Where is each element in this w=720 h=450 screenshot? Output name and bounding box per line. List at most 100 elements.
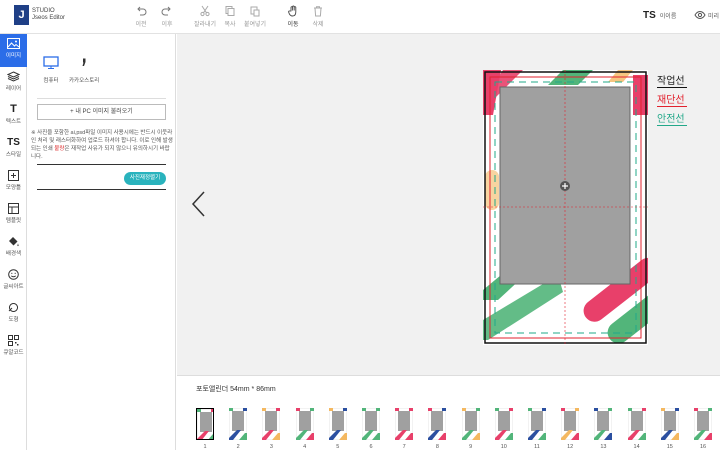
rail-item-background[interactable]: 배경색 <box>0 232 27 265</box>
page-thumbnail[interactable]: 12 <box>560 408 580 450</box>
page-thumbnail[interactable]: 1 <box>195 408 215 450</box>
rail-item-frame[interactable]: 모양틀 <box>0 166 27 199</box>
rail-item-text[interactable]: T 텍스트 <box>0 100 27 133</box>
tab-label: 컴퓨터 <box>43 78 59 84</box>
redo-button[interactable]: 이후 <box>152 5 182 28</box>
legend-work-line: 작업선 <box>657 76 685 87</box>
copy-icon <box>225 6 235 16</box>
page-thumbnail[interactable]: 3 <box>261 408 281 450</box>
rail-label: 큐알코드 <box>3 350 24 356</box>
rail-item-template[interactable]: 템플릿 <box>0 199 27 232</box>
rail-item-lettering[interactable]: 글씨아트 <box>0 265 27 298</box>
rail-label: 스타일 <box>5 152 22 158</box>
page-thumbnail[interactable]: 2 <box>228 408 248 450</box>
thumbnail-preview <box>461 408 480 440</box>
redo-icon <box>161 6 171 16</box>
redo-label: 이후 <box>161 22 173 28</box>
logo-mark: J <box>14 5 29 25</box>
rail-label: 텍스트 <box>5 119 22 125</box>
thumbnail-number: 9 <box>469 444 473 450</box>
undo-label: 이전 <box>135 22 147 28</box>
tab-computer[interactable]: 컴퓨터 <box>43 56 59 84</box>
thumbnail-preview <box>494 408 513 440</box>
rail-label: 글씨아트 <box>3 284 24 290</box>
thumbnail-number: 4 <box>303 444 307 450</box>
paste-button[interactable]: 붙여넣기 <box>240 5 270 28</box>
page-thumbnail[interactable]: 13 <box>593 408 613 450</box>
page-thumbnail[interactable]: 9 <box>461 408 481 450</box>
copy-label: 복사 <box>224 22 236 28</box>
rail-item-layer[interactable]: 레이어 <box>0 67 27 100</box>
page-thumbnail[interactable]: 11 <box>527 408 547 450</box>
page-thumbnail[interactable]: 14 <box>627 408 647 450</box>
page-strip: 포토앨린더 54mm * 86mm 1 2 3 4 5 6 7 8 9 10 11 12 13 14 15 1… <box>177 375 720 450</box>
paste-label: 붙여넣기 <box>243 22 267 28</box>
qr-icon <box>8 335 19 346</box>
paint-bucket-icon <box>9 237 19 247</box>
template-icon <box>8 203 19 214</box>
rail-item-qr[interactable]: 큐알코드 <box>0 331 27 364</box>
undo-icon <box>137 6 147 16</box>
photo-rearrange-button[interactable]: 사진재정렬기 <box>124 172 166 185</box>
thumbnail-number: 2 <box>236 444 240 450</box>
image-panel: 컴퓨터 카카오스토리 + 내 PC 이미지 불러오기 ※ 사진을 포함한 ai,… <box>27 34 176 450</box>
thumbnail-number: 13 <box>600 444 607 450</box>
thumbnail-number: 10 <box>500 444 507 450</box>
rail-item-style[interactable]: TS 스타일 <box>0 133 27 166</box>
page-thumbnail[interactable]: 8 <box>427 408 447 450</box>
tab-label: 카카오스토리 <box>69 78 100 84</box>
top-toolbar: J STUDIO Jseos Editor 이전 이후 잘라내기 복사 붙여넣기 <box>0 0 720 34</box>
upload-pc-image-button[interactable]: + 내 PC 이미지 불러오기 <box>37 104 166 120</box>
page-thumbnail[interactable]: 10 <box>494 408 514 450</box>
thumbnail-preview <box>262 408 281 440</box>
page-thumbnail[interactable]: 4 <box>295 408 315 450</box>
thumbnail-preview <box>561 408 580 440</box>
preview-button[interactable]: 미리 <box>694 10 719 20</box>
page-thumbnail[interactable]: 5 <box>328 408 348 450</box>
thumbnail-number: 5 <box>336 444 340 450</box>
style-icon: TS <box>7 137 20 148</box>
shape-icon <box>8 303 18 312</box>
thumbnail-preview <box>528 408 546 440</box>
cut-label: 잘라내기 <box>193 22 217 28</box>
text-icon: T <box>10 103 17 115</box>
tab-kakaostory[interactable]: 카카오스토리 <box>69 56 99 84</box>
notice-highlight: 불량 <box>54 146 65 152</box>
page-thumbnail[interactable]: 6 <box>361 408 381 450</box>
trash-icon <box>314 6 322 17</box>
legend-cut-line-swatch <box>657 106 687 107</box>
rail-label: 템플릿 <box>5 218 22 224</box>
legend-safe-line-swatch <box>657 125 687 126</box>
divider <box>37 98 166 99</box>
thumbnail-number: 11 <box>534 444 540 450</box>
thumbnail-preview <box>594 408 613 440</box>
legend-safe-line: 안전선 <box>657 114 685 125</box>
thumbnail-number: 7 <box>402 444 406 450</box>
scissors-icon <box>200 5 210 17</box>
upload-notice: ※ 사진을 포함한 ai,psd파일 이미지 사용시에는 반드시 이웃라인 처리… <box>31 129 173 161</box>
hand-icon <box>288 5 297 17</box>
rail-label: 모양틀 <box>5 185 22 191</box>
page-thumbnail[interactable]: 16 <box>693 408 713 450</box>
thumbnail-number: 14 <box>633 444 640 450</box>
previous-page-arrow[interactable] <box>190 190 208 218</box>
divider <box>37 164 166 165</box>
delete-button[interactable]: 삭제 <box>303 5 333 28</box>
monitor-icon <box>43 56 59 69</box>
thumbnail-preview <box>362 408 380 440</box>
rail-item-shape[interactable]: 도형 <box>0 298 27 331</box>
design-card[interactable] <box>483 70 648 345</box>
user-menu[interactable]: TS 이이름 <box>643 10 676 21</box>
thumbnail-preview <box>660 408 679 440</box>
thumbnail-number: 1 <box>203 444 207 450</box>
rail-label: 도형 <box>8 317 19 323</box>
divider <box>37 189 166 190</box>
page-thumbnail[interactable]: 7 <box>394 408 414 450</box>
rail-label: 레이어 <box>5 86 22 92</box>
thumbnail-preview <box>627 408 646 440</box>
eye-icon <box>694 10 706 20</box>
page-thumbnail[interactable]: 15 <box>660 408 680 450</box>
frame-icon <box>8 170 19 181</box>
rail-item-image[interactable]: 이미지 <box>0 34 27 67</box>
left-tool-rail: 이미지 레이어 T 텍스트 TS 스타일 모양틀 템플릿 배경색 글씨아트 도형… <box>0 34 27 450</box>
